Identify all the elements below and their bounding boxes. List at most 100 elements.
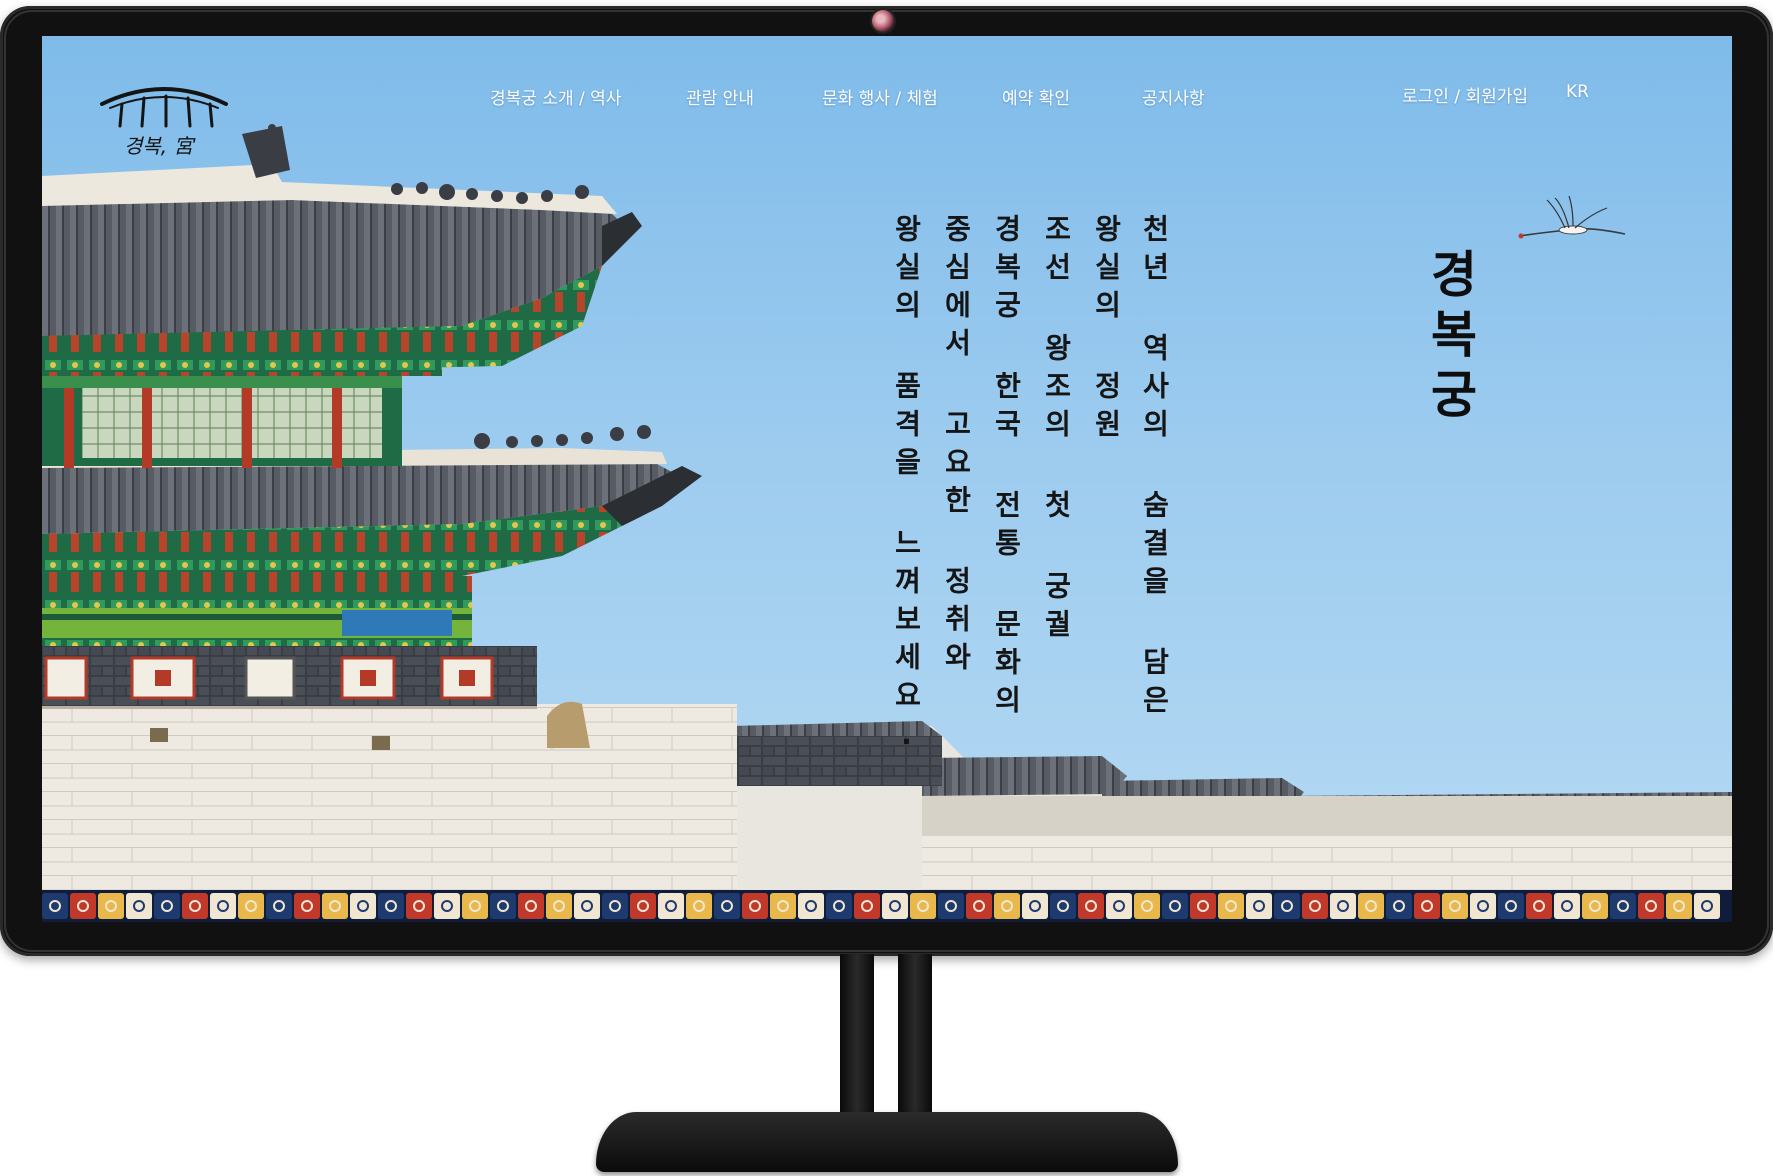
pattern-tile-motif <box>161 900 173 912</box>
pattern-tile <box>826 893 852 919</box>
pattern-tile-motif <box>609 900 621 912</box>
website-screen: 경복, 宮 경복궁 소개 / 역사 관람 안내 문화 행사 / 체험 예약 확인… <box>42 36 1732 922</box>
pattern-tile <box>98 893 124 919</box>
pattern-tile <box>1610 893 1636 919</box>
pattern-tile-motif <box>1449 900 1461 912</box>
pattern-tile <box>294 893 320 919</box>
pattern-tile-motif <box>1589 900 1601 912</box>
pattern-tile <box>966 893 992 919</box>
palace-base <box>42 646 737 890</box>
pattern-tile-motif <box>861 900 873 912</box>
language-selector[interactable]: KR <box>1566 82 1589 102</box>
pattern-tile <box>1470 893 1496 919</box>
pattern-tile <box>770 893 796 919</box>
pattern-tile-motif <box>721 900 733 912</box>
pattern-tile-motif <box>693 900 705 912</box>
nav-item-culture-events[interactable]: 문화 행사 / 체험 <box>822 84 938 109</box>
pattern-tile-motif <box>945 900 957 912</box>
hero-line-3: 조선 왕조의 첫 궁궐 <box>1040 214 1073 647</box>
pattern-tile-motif <box>357 900 369 912</box>
pattern-tile <box>490 893 516 919</box>
pattern-tile-motif <box>1253 900 1265 912</box>
pattern-tile <box>1302 893 1328 919</box>
pattern-tile <box>210 893 236 919</box>
pattern-tile-motif <box>1421 900 1433 912</box>
pattern-tile-motif <box>1673 900 1685 912</box>
pattern-tile-motif <box>917 900 929 912</box>
logo-text: 경복, 宮 <box>124 134 194 158</box>
pattern-tile <box>1442 893 1468 919</box>
pattern-tile-motif <box>1225 900 1237 912</box>
pattern-tile-motif <box>133 900 145 912</box>
pattern-tile <box>1134 893 1160 919</box>
pattern-tile <box>938 893 964 919</box>
pattern-tile-motif <box>1365 900 1377 912</box>
pattern-tile <box>798 893 824 919</box>
pattern-tile-motif <box>1281 900 1293 912</box>
pattern-tile-motif <box>217 900 229 912</box>
pattern-tile-motif <box>1113 900 1125 912</box>
pattern-tile <box>518 893 544 919</box>
nav-item-visit-guide[interactable]: 관람 안내 <box>686 84 754 109</box>
pattern-tile <box>882 893 908 919</box>
pattern-tile-motif <box>329 900 341 912</box>
pattern-tile-motif <box>189 900 201 912</box>
pattern-tile <box>70 893 96 919</box>
crane-icon <box>1518 196 1626 239</box>
pattern-tile <box>1246 893 1272 919</box>
site-logo[interactable]: 경복, 宮 <box>94 64 234 164</box>
pattern-tile-motif <box>413 900 425 912</box>
login-signup-link[interactable]: 로그인 / 회원가입 <box>1402 82 1528 107</box>
pattern-tile-motif <box>973 900 985 912</box>
pattern-tile-motif <box>525 900 537 912</box>
pattern-tile-motif <box>1169 900 1181 912</box>
pattern-tile-motif <box>637 900 649 912</box>
pattern-tile-motif <box>581 900 593 912</box>
pattern-tile-motif <box>1197 900 1209 912</box>
pattern-tile <box>1106 893 1132 919</box>
pattern-tile <box>1274 893 1300 919</box>
hero-line-1: 천년 역사의 숨결을 담은 <box>1138 214 1171 723</box>
pattern-tile <box>126 893 152 919</box>
pattern-tile-motif <box>1393 900 1405 912</box>
pattern-tile <box>182 893 208 919</box>
pattern-tile <box>322 893 348 919</box>
palace-illustration <box>42 124 1732 922</box>
monitor-stand-base <box>596 1112 1178 1172</box>
pattern-tile-motif <box>749 900 761 912</box>
hero-line-6: 왕실의 품격을 느껴보세요. <box>890 214 923 761</box>
pattern-tile-motif <box>1477 900 1489 912</box>
pattern-tile <box>1414 893 1440 919</box>
pattern-tile <box>854 893 880 919</box>
pattern-tile-motif <box>805 900 817 912</box>
pattern-tile <box>574 893 600 919</box>
hero-line-2: 왕실의 정원 <box>1090 214 1123 447</box>
hero-title: 경복궁 <box>1421 248 1479 428</box>
pattern-tile <box>1162 893 1188 919</box>
pattern-tile <box>714 893 740 919</box>
pattern-tile <box>154 893 180 919</box>
pattern-tile <box>1022 893 1048 919</box>
nav-item-notices[interactable]: 공지사항 <box>1142 84 1205 109</box>
nav-item-reservation[interactable]: 예약 확인 <box>1002 84 1070 109</box>
pattern-tile-motif <box>1309 900 1321 912</box>
pattern-tile-motif <box>441 900 453 912</box>
pattern-tile <box>1694 893 1720 919</box>
pattern-tile <box>350 893 376 919</box>
pattern-tile <box>434 893 460 919</box>
pattern-tile <box>1386 893 1412 919</box>
pattern-tile-motif <box>469 900 481 912</box>
pattern-tile <box>602 893 628 919</box>
pattern-tile <box>994 893 1020 919</box>
pattern-tile-motif <box>1029 900 1041 912</box>
monitor-stand-left-post <box>840 954 874 1122</box>
pattern-tile-motif <box>1701 900 1713 912</box>
pattern-tile <box>1554 893 1580 919</box>
pattern-tile <box>1666 893 1692 919</box>
pattern-tile <box>1050 893 1076 919</box>
pattern-tile <box>1358 893 1384 919</box>
nav-item-about-history[interactable]: 경복궁 소개 / 역사 <box>490 84 621 109</box>
pattern-tile-motif <box>833 900 845 912</box>
palace-upper-tier <box>42 124 651 468</box>
pattern-tile-motif <box>553 900 565 912</box>
